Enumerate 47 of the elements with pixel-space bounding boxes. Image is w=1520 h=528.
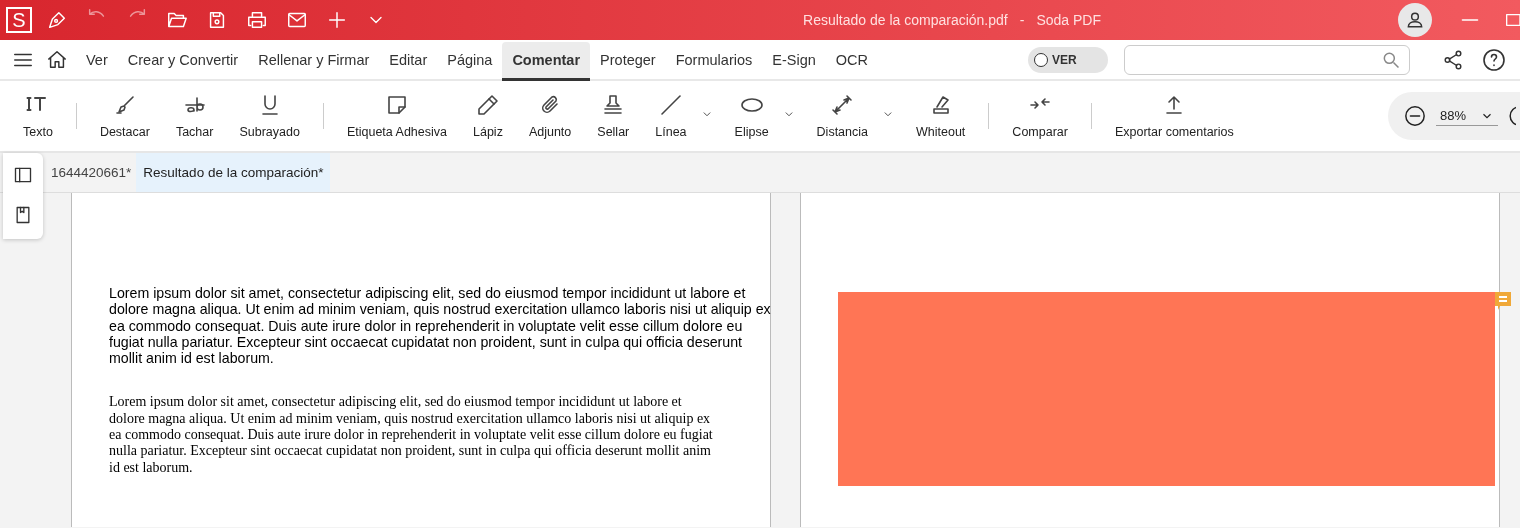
tool-button[interactable]: Comparar	[999, 84, 1081, 148]
menu-tab[interactable]: Editar	[379, 41, 438, 81]
menu-tab[interactable]: Comentar	[502, 41, 591, 81]
plus-icon[interactable]	[326, 9, 348, 31]
ruler-icon[interactable]	[830, 93, 855, 117]
document-tab[interactable]: 1644420661*	[46, 153, 137, 192]
zoom-dropdown[interactable]: 88%	[1436, 106, 1499, 126]
menu-tab[interactable]: Página	[437, 41, 503, 81]
tool-button[interactable]: Subrayado	[226, 84, 313, 148]
tool-button[interactable]: Lápiz	[460, 84, 516, 148]
app-logo[interactable]: S	[6, 7, 32, 33]
share-icon[interactable]	[1442, 48, 1464, 71]
tool-button[interactable]: Sellar	[584, 84, 643, 148]
tool-button[interactable]: Tachar	[162, 84, 227, 148]
tool-button[interactable]: Elipse	[721, 84, 782, 148]
menu-tab[interactable]: Ver	[76, 41, 118, 81]
tool-button[interactable]: Distancia	[803, 84, 881, 148]
help-icon[interactable]	[1482, 47, 1506, 72]
home-icon[interactable]	[46, 48, 68, 71]
pencil-icon[interactable]	[475, 93, 500, 117]
menu-tab[interactable]: E-Sign	[762, 41, 826, 81]
menu-tab[interactable]: Formularios	[665, 41, 763, 81]
user-avatar[interactable]	[1398, 3, 1432, 37]
tool-button[interactable]: Destacar	[86, 84, 163, 148]
menu-tab[interactable]: Proteger	[590, 41, 666, 81]
app-name: Soda PDF	[1036, 12, 1101, 28]
view-toggle[interactable]: VER	[1028, 46, 1108, 73]
paragraph: Lorem ipsum dolor sit amet, consectetur adipiscing elit, sed do eiusmod tempor incididunt ut labore et dolore magna aliqua. Ut enim ad minim veniam, quis nostrud exercitation ullamco laboris nisi ut aliquip ex ea commodo consequat. Duis aute irure dolor in reprehenderit in voluptate velit esse cillum dolore eu fugiat nulla pariatur. Excepteur sint occaecat cupidatat non proident, sunt in culpa qui officia deserunt mollit anim id est laborum.	[109, 285, 772, 367]
panel-icon[interactable]	[13, 165, 33, 185]
pen-icon[interactable]	[46, 9, 68, 31]
menu-tab[interactable]: Rellenar y Firmar	[248, 41, 380, 81]
paragraph: Lorem ipsum dolor sit amet, consectetur adipiscing elit, sed do eiusmod tempor incididunt ut labore et dolore magna aliqua. Ut enim ad minim veniam, quis nostrud exercitation ullamco laboris nisi ut aliquip ex ea commodo consequat. Duis aute irure dolor in reprehenderit in voluptate velit esse cillum dolore eu fugiat nulla pariatur. Excepteur sint occaecat cupidatat non proident, sunt in culpa qui officia deserunt mollit anim id est laborum.	[109, 394, 714, 476]
window-title: Resultado de la comparación.pdf	[803, 12, 1008, 28]
search-field[interactable]	[1124, 44, 1410, 75]
tool-button[interactable]: Whiteout	[903, 84, 979, 148]
document-tab[interactable]: Resultado de la comparación*	[136, 153, 331, 192]
title-separator: -	[1019, 12, 1025, 28]
tool-button[interactable]: Exportar comentarios	[1101, 84, 1247, 148]
tool-button[interactable]: Etiqueta Adhesiva	[333, 84, 460, 148]
zoom-out-icon[interactable]	[1404, 105, 1426, 127]
menu-tab[interactable]: OCR	[825, 41, 878, 81]
printer-icon[interactable]	[246, 9, 268, 31]
tool-button[interactable]: Texto	[10, 84, 66, 148]
line-icon[interactable]	[658, 93, 683, 117]
menu-tab[interactable]: Crear y Convertir	[117, 41, 249, 81]
tool-button[interactable]: Línea	[642, 84, 700, 148]
tool-button[interactable]: Adjunto	[515, 84, 585, 148]
